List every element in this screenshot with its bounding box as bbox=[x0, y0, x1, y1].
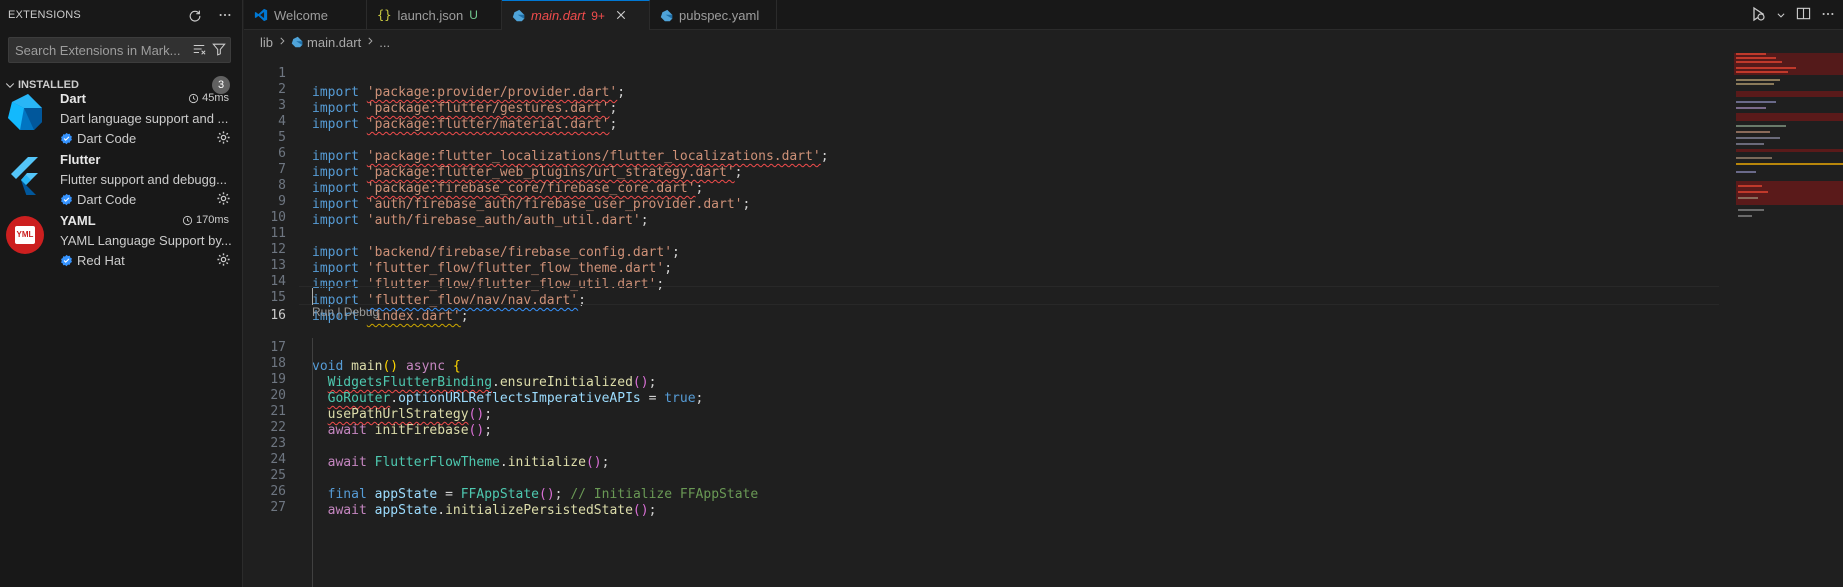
minimap-line bbox=[1736, 53, 1766, 55]
verified-badge-icon bbox=[61, 193, 72, 206]
minimap-line bbox=[1736, 67, 1796, 69]
problems-badge: 9+ bbox=[591, 8, 605, 23]
publisher-name: Dart Code bbox=[77, 192, 137, 207]
extension-name: Dart bbox=[60, 91, 87, 106]
yaml-logo-text: YML bbox=[16, 230, 34, 239]
extension-publisher: Dart Code bbox=[60, 192, 136, 207]
gear-icon[interactable] bbox=[216, 252, 231, 270]
token: await bbox=[327, 503, 367, 518]
minimap-line bbox=[1736, 71, 1788, 73]
extension-item-yaml[interactable]: YML YAML 170ms YAML Language Support by.… bbox=[0, 206, 243, 278]
activation-time: 45ms bbox=[188, 92, 229, 104]
verified-badge-icon bbox=[61, 132, 72, 145]
sidebar-header: EXTENSIONS bbox=[0, 0, 242, 30]
extension-description: Flutter support and debugg... bbox=[60, 172, 227, 187]
tab-launch-json[interactable]: {} launch.json U bbox=[367, 0, 502, 30]
history-icon bbox=[189, 93, 199, 103]
code-editor[interactable]: 1 import 'package:provider/provider.dart… bbox=[244, 53, 1734, 587]
minimap-line bbox=[1736, 137, 1780, 139]
run-debug-icon[interactable] bbox=[1750, 6, 1766, 25]
refresh-icon[interactable] bbox=[186, 6, 204, 24]
token: appState bbox=[374, 503, 438, 518]
extension-publisher: Red Hat bbox=[60, 253, 125, 268]
extensions-sidebar: EXTENSIONS INSTALLED 3 bbox=[0, 0, 243, 587]
minimap-line bbox=[1736, 157, 1772, 159]
flutter-logo-icon bbox=[4, 153, 46, 197]
tab-welcome[interactable]: Welcome bbox=[244, 0, 367, 30]
token: initializePersistedState bbox=[445, 503, 633, 518]
close-icon[interactable] bbox=[615, 8, 627, 24]
chevron-down-icon[interactable] bbox=[1776, 8, 1786, 23]
dart-logo-icon bbox=[4, 92, 46, 134]
minimap-line bbox=[1736, 171, 1756, 173]
split-editor-icon[interactable] bbox=[1796, 6, 1811, 24]
tab-label: pubspec.yaml bbox=[679, 7, 760, 23]
minimap-line bbox=[1736, 143, 1764, 145]
dart-icon bbox=[512, 9, 525, 22]
code-line: 27 bbox=[244, 479, 1734, 515]
more-actions-icon[interactable] bbox=[216, 6, 234, 24]
activation-time-label: 170ms bbox=[195, 214, 229, 226]
extension-publisher: Dart Code bbox=[60, 131, 136, 146]
publisher-name: Red Hat bbox=[77, 253, 125, 268]
history-icon bbox=[182, 215, 193, 225]
minimap-line bbox=[1738, 191, 1768, 193]
filter-icon[interactable] bbox=[212, 42, 226, 59]
line-number: 27 bbox=[270, 500, 286, 515]
activation-time: 170ms bbox=[182, 214, 229, 226]
publisher-name: Dart Code bbox=[77, 131, 137, 146]
code-line: 16 bbox=[244, 287, 1734, 323]
verified-badge-icon bbox=[61, 254, 72, 267]
minimap-error-region bbox=[1736, 149, 1843, 152]
activation-time-label: 45ms bbox=[202, 92, 229, 104]
json-braces-icon: {} bbox=[377, 8, 392, 22]
tab-label: Welcome bbox=[274, 7, 328, 23]
minimap-line bbox=[1736, 83, 1774, 85]
minimap-error-region bbox=[1736, 113, 1843, 121]
minimap-line bbox=[1736, 57, 1776, 59]
tab-pubspec-yaml[interactable]: pubspec.yaml bbox=[650, 0, 777, 30]
editor-tab-bar: Welcome {} launch.json U main.dart 9+ pu… bbox=[244, 0, 1843, 30]
extensions-search-box bbox=[8, 37, 231, 63]
more-actions-icon[interactable] bbox=[1821, 7, 1835, 24]
extension-name: YAML bbox=[60, 213, 96, 228]
editor-actions bbox=[1750, 0, 1843, 30]
sidebar-title: EXTENSIONS bbox=[8, 9, 81, 21]
extension-name: Flutter bbox=[60, 152, 101, 167]
minimap-line bbox=[1738, 209, 1764, 211]
minimap-error-region bbox=[1736, 91, 1843, 97]
dart-icon bbox=[660, 9, 673, 21]
untracked-badge: U bbox=[469, 8, 478, 22]
text-cursor bbox=[312, 288, 313, 305]
yaml-logo-icon: YML bbox=[4, 214, 46, 256]
vscode-icon bbox=[254, 8, 268, 22]
minimap-line bbox=[1738, 215, 1752, 217]
minimap-line bbox=[1738, 197, 1758, 199]
clear-filter-icon[interactable] bbox=[192, 42, 206, 59]
extension-description: Dart language support and ... bbox=[60, 111, 229, 126]
tab-main-dart[interactable]: main.dart 9+ bbox=[502, 0, 650, 30]
minimap-line bbox=[1736, 131, 1770, 133]
minimap-warning-region bbox=[1736, 163, 1843, 165]
minimap-line bbox=[1736, 101, 1776, 103]
minimap-line bbox=[1738, 185, 1762, 187]
minimap-line bbox=[1736, 79, 1780, 81]
codelens-run-debug[interactable]: Run | Debug bbox=[312, 305, 379, 319]
extension-description: YAML Language Support by... bbox=[60, 233, 232, 248]
minimap-line bbox=[1736, 125, 1786, 127]
extensions-search-input[interactable] bbox=[15, 42, 192, 58]
tab-label: main.dart bbox=[531, 8, 586, 23]
tab-label: launch.json bbox=[397, 7, 464, 23]
minimap[interactable] bbox=[1734, 53, 1843, 587]
minimap-line bbox=[1736, 107, 1766, 109]
minimap-line bbox=[1736, 61, 1782, 63]
